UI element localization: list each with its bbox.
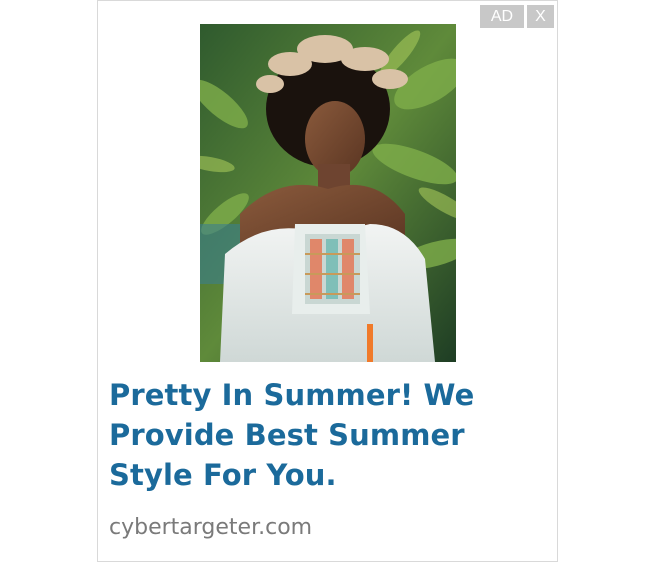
close-ad-button[interactable]: X: [527, 5, 554, 28]
ad-headline[interactable]: Pretty In Summer! We Provide Best Summer…: [109, 375, 549, 495]
ad-domain[interactable]: cybertargeter.com: [109, 513, 312, 543]
woman-summer-dress-photo-icon: [200, 24, 456, 362]
ad-card[interactable]: AD X Pretty In Summer! We Provide Best S…: [97, 0, 558, 562]
ad-label-badge[interactable]: AD: [480, 5, 524, 28]
ad-badges: AD X: [480, 5, 554, 28]
ad-image[interactable]: [200, 24, 456, 362]
